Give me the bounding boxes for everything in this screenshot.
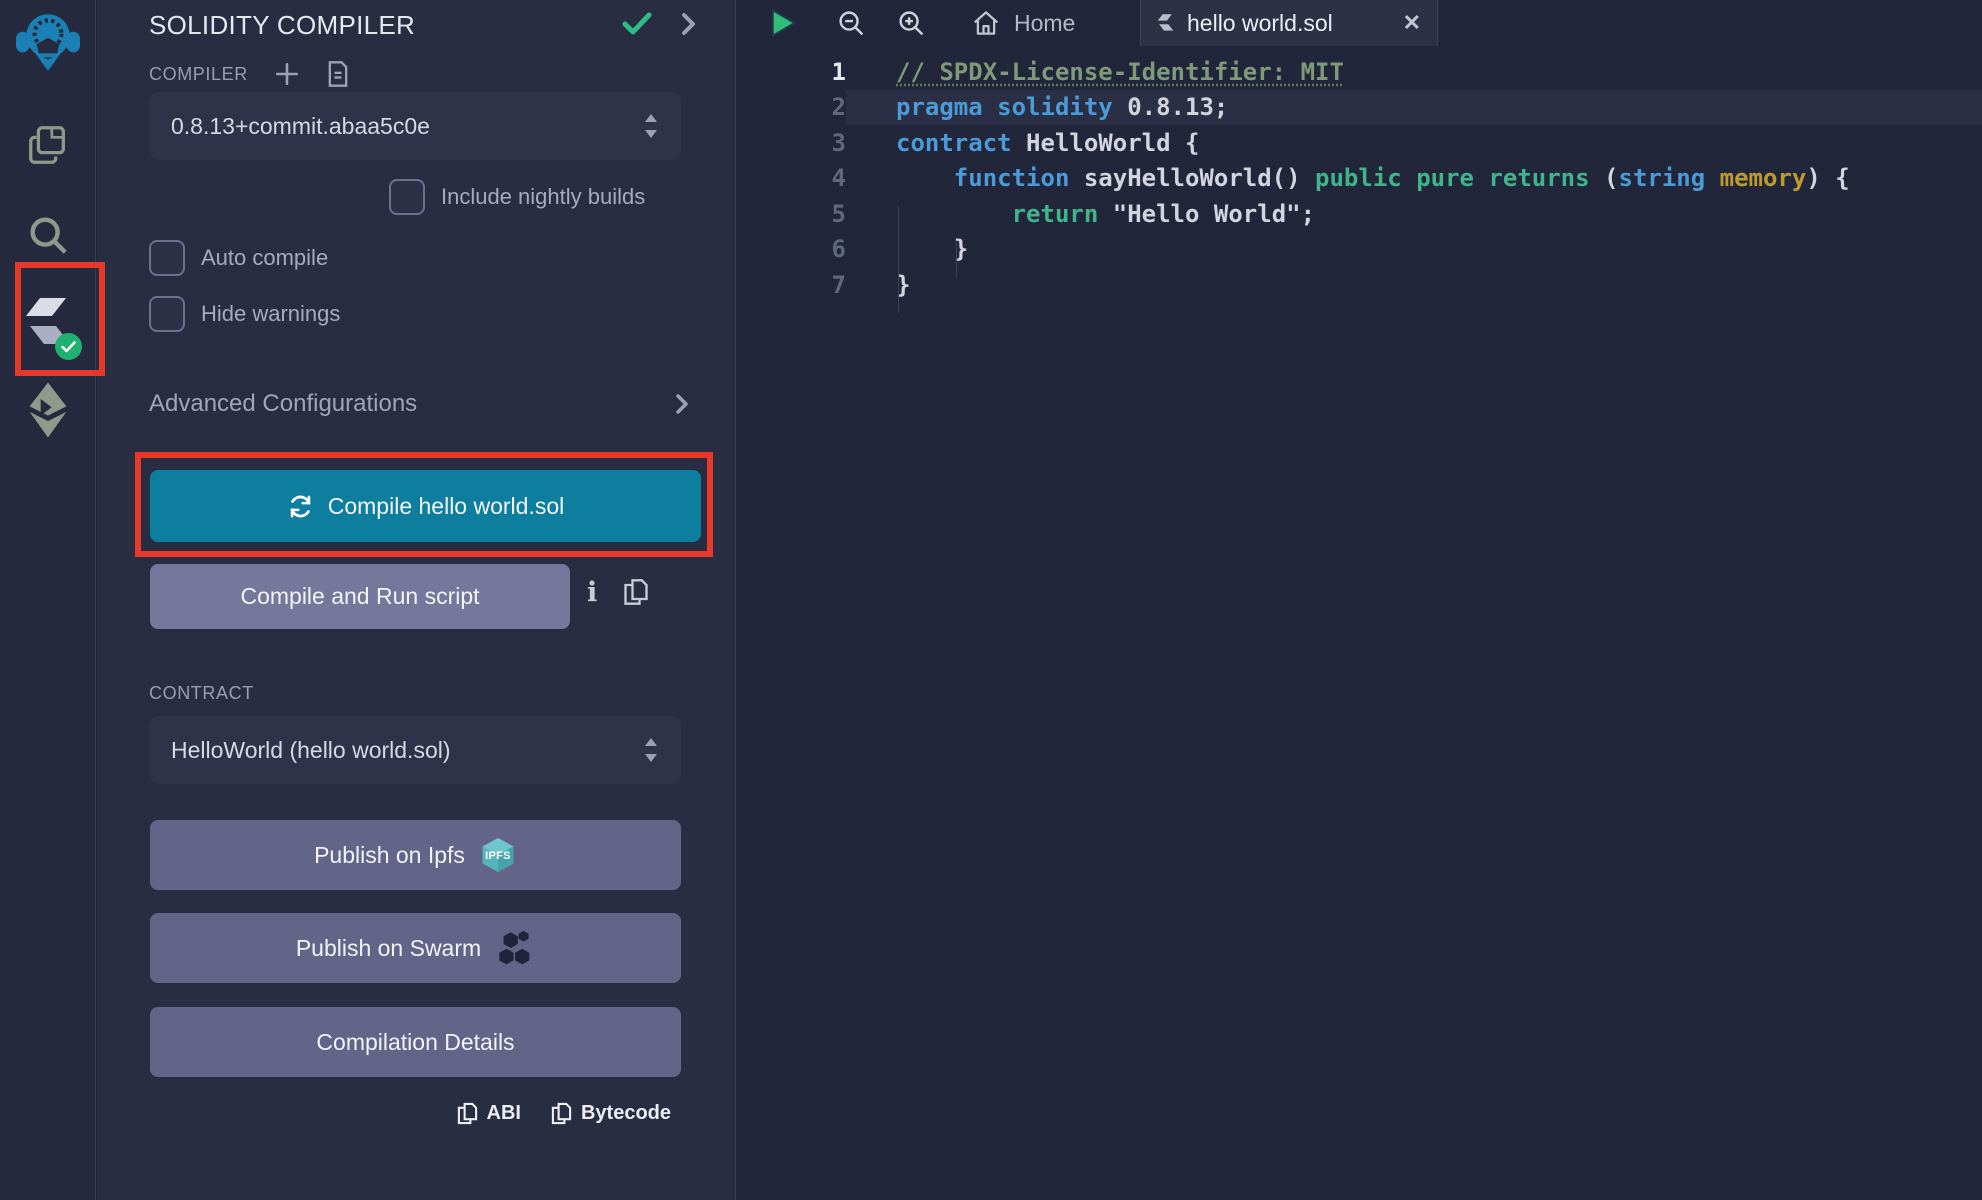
swarm-hexagons-icon xyxy=(495,928,535,968)
zoom-out-icon[interactable] xyxy=(837,0,866,46)
solidity-compiler-icon[interactable] xyxy=(24,296,72,352)
line-number: 4 xyxy=(737,164,846,192)
copy-icon[interactable] xyxy=(623,578,649,606)
compiler-version-select[interactable]: 0.8.13+commit.abaa5c0e xyxy=(149,92,681,160)
compiler-version-value: 0.8.13+commit.abaa5c0e xyxy=(171,113,643,140)
code-editor[interactable]: 1// SPDX-License-Identifier: MIT2pragma … xyxy=(737,46,1982,1200)
line-number: 1 xyxy=(737,58,846,86)
contract-section-label: CONTRACT xyxy=(149,683,254,704)
abi-label: ABI xyxy=(487,1102,521,1125)
icon-bar xyxy=(0,0,96,1200)
code-line-content: // SPDX-License-Identifier: MIT xyxy=(846,54,1982,90)
file-explorer-icon[interactable] xyxy=(25,122,71,168)
ipfs-icon: IPFS xyxy=(479,838,517,872)
publish-swarm-label: Publish on Swarm xyxy=(296,935,481,962)
code-line[interactable]: 3contract HelloWorld { xyxy=(737,125,1982,161)
hide-warnings-checkbox-row[interactable]: Hide warnings xyxy=(149,296,340,332)
compile-and-run-label: Compile and Run script xyxy=(240,583,479,610)
publish-on-swarm-button[interactable]: Publish on Swarm xyxy=(150,913,681,983)
line-number: 6 xyxy=(737,235,846,263)
refresh-icon xyxy=(287,493,314,520)
bytecode-label: Bytecode xyxy=(581,1102,671,1125)
checkbox[interactable] xyxy=(149,296,185,332)
publish-on-ipfs-button[interactable]: Publish on Ipfs IPFS xyxy=(150,820,681,890)
select-arrows-icon xyxy=(643,737,659,763)
run-play-icon[interactable] xyxy=(770,0,796,46)
chevron-right-icon xyxy=(676,394,689,414)
checkbox-label: Auto compile xyxy=(201,245,328,271)
code-lines: 1// SPDX-License-Identifier: MIT2pragma … xyxy=(737,54,1982,303)
checkbox[interactable] xyxy=(149,240,185,276)
auto-compile-checkbox-row[interactable]: Auto compile xyxy=(149,240,328,276)
solidity-compiler-panel: SOLIDITY COMPILER COMPILER 0.8.13+commit… xyxy=(97,0,736,1200)
remix-logo[interactable] xyxy=(15,8,81,74)
checkbox[interactable] xyxy=(389,179,425,215)
tab-file-label: hello world.sol xyxy=(1187,10,1390,37)
code-line-content: function sayHelloWorld() public pure ret… xyxy=(846,161,1982,197)
indent-guide xyxy=(898,206,899,313)
tab-hello-world-sol[interactable]: hello world.sol ✕ xyxy=(1140,0,1438,46)
line-number: 2 xyxy=(737,93,846,121)
search-icon[interactable] xyxy=(25,212,71,258)
bytecode-copy-link[interactable]: Bytecode xyxy=(551,1102,671,1125)
editor-area: Home hello world.sol ✕ 1// SPDX-License-… xyxy=(737,0,1982,1200)
add-compiler-icon[interactable] xyxy=(274,61,300,87)
compiled-check-badge xyxy=(55,333,82,360)
line-number: 5 xyxy=(737,200,846,228)
code-line-content: } xyxy=(846,267,1982,303)
open-file-icon[interactable] xyxy=(326,60,350,88)
zoom-in-icon[interactable] xyxy=(897,0,926,46)
checkbox-label: Hide warnings xyxy=(201,301,340,327)
tab-close-icon[interactable]: ✕ xyxy=(1403,10,1421,36)
publish-ipfs-label: Publish on Ipfs xyxy=(314,842,465,869)
compile-button[interactable]: Compile hello world.sol xyxy=(150,470,701,542)
deploy-run-icon[interactable] xyxy=(26,382,70,438)
compilation-details-button[interactable]: Compilation Details xyxy=(150,1007,681,1077)
code-line-content: } xyxy=(846,232,1982,268)
panel-title: SOLIDITY COMPILER xyxy=(149,10,415,41)
contract-select-value: HelloWorld (hello world.sol) xyxy=(171,737,643,764)
contract-select[interactable]: HelloWorld (hello world.sol) xyxy=(149,716,681,784)
compiler-section-label: COMPILER xyxy=(149,64,248,85)
code-line[interactable]: 6 } xyxy=(737,232,1982,268)
solidity-file-icon xyxy=(1157,13,1174,34)
editor-tab-bar: Home hello world.sol ✕ xyxy=(737,0,1982,46)
abi-copy-link[interactable]: ABI xyxy=(457,1102,521,1125)
panel-collapse-chevron-icon[interactable] xyxy=(682,13,696,35)
code-line[interactable]: 4 function sayHelloWorld() public pure r… xyxy=(737,161,1982,197)
compile-and-run-button[interactable]: Compile and Run script xyxy=(150,564,570,629)
checkbox-label: Include nightly builds xyxy=(441,184,645,210)
info-icon[interactable]: i xyxy=(587,579,597,606)
code-line[interactable]: 1// SPDX-License-Identifier: MIT xyxy=(737,54,1982,90)
tab-home-label: Home xyxy=(1014,10,1075,37)
code-line-content: contract HelloWorld { xyxy=(846,125,1982,161)
code-line[interactable]: 2pragma solidity 0.8.13; xyxy=(737,90,1982,126)
advanced-configurations-toggle[interactable]: Advanced Configurations xyxy=(149,390,689,418)
compilation-details-label: Compilation Details xyxy=(316,1029,514,1056)
tab-home[interactable]: Home xyxy=(963,0,1083,46)
select-arrows-icon xyxy=(643,113,659,139)
code-line-content: return "Hello World"; xyxy=(846,196,1982,232)
code-line[interactable]: 7} xyxy=(737,267,1982,303)
code-line-content: pragma solidity 0.8.13; xyxy=(846,90,1982,126)
include-nightly-builds-checkbox-row[interactable]: Include nightly builds xyxy=(389,179,645,215)
advanced-configurations-label: Advanced Configurations xyxy=(149,390,676,418)
code-line[interactable]: 5 return "Hello World"; xyxy=(737,196,1982,232)
indent-guide xyxy=(956,242,957,278)
home-icon xyxy=(971,8,1001,38)
line-number: 7 xyxy=(737,271,846,299)
compile-button-label: Compile hello world.sol xyxy=(328,493,565,520)
compile-success-check-icon xyxy=(622,12,652,36)
line-number: 3 xyxy=(737,129,846,157)
